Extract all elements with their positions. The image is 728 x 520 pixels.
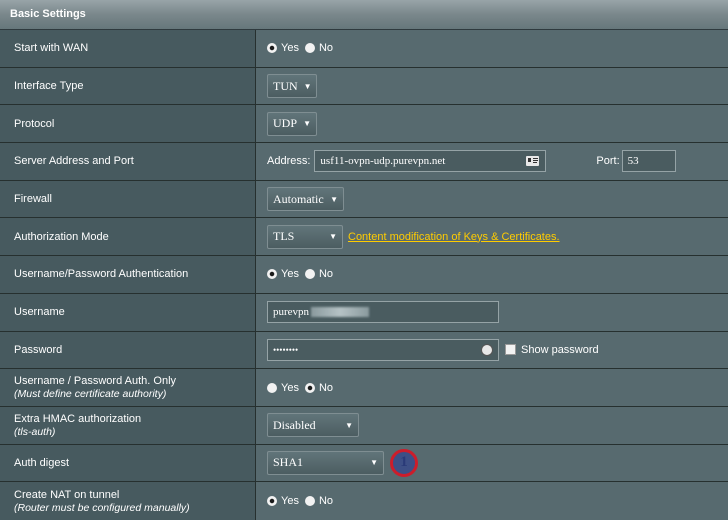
basic-settings-panel: Basic Settings Start with WAN Yes No Int… (0, 0, 728, 520)
dropdown-arrow-icon: ▼ (329, 232, 337, 242)
radio-checked-icon (267, 496, 277, 507)
row-firewall: Firewall Automatic ▼ (0, 180, 728, 219)
username-input[interactable]: purevpn (267, 301, 499, 324)
address-label: Address: (267, 155, 311, 168)
row-userpass-only: Username / Password Auth. Only (Must def… (0, 369, 728, 407)
show-password-checkbox[interactable] (505, 344, 516, 356)
row-extra-hmac: Extra HMAC authorization (tls-auth) Disa… (0, 406, 728, 445)
blurred-text (311, 307, 370, 318)
label-userpass-only: Username / Password Auth. Only (Must def… (0, 369, 256, 406)
radio-unchecked-icon (304, 269, 315, 280)
row-protocol: Protocol UDP ▼ (0, 105, 728, 144)
radio-checked-icon (304, 382, 315, 393)
label-auth-digest: Auth digest (0, 444, 256, 482)
server-address-input[interactable]: usf11-ovpn-udp.purevpn.net (314, 150, 547, 173)
row-start-with-wan: Start with WAN Yes No (0, 30, 728, 68)
label-username: Username (0, 293, 256, 331)
label-create-nat: Create NAT on tunnel (Router must be con… (0, 482, 256, 520)
radio-start-wan-yes[interactable]: Yes (267, 42, 299, 54)
dropdown-arrow-icon: ▼ (303, 119, 311, 129)
hmac-select[interactable]: Disabled ▼ (267, 413, 359, 438)
dropdown-arrow-icon: ▼ (345, 420, 353, 430)
section-title: Basic Settings (10, 8, 86, 20)
radio-unchecked-icon (267, 382, 277, 393)
label-protocol: Protocol (0, 105, 256, 143)
port-input[interactable]: 53 (621, 150, 676, 173)
label-interface-type: Interface Type (0, 67, 256, 105)
auth-digest-select[interactable]: SHA1 ▼ (267, 450, 384, 475)
contact-card-icon[interactable] (526, 156, 540, 167)
section-header: Basic Settings (0, 0, 728, 30)
label-extra-hmac: Extra HMAC authorization (tls-auth) (0, 406, 256, 444)
radio-userpass-only-no[interactable]: No (304, 382, 333, 394)
radio-nat-yes[interactable]: Yes (267, 495, 299, 507)
label-password: Password (0, 331, 256, 369)
row-server-address: Server Address and Port Address: usf11-o… (0, 143, 728, 181)
row-create-nat: Create NAT on tunnel (Router must be con… (0, 482, 728, 520)
radio-userpass-auth-yes[interactable]: Yes (267, 268, 299, 280)
label-userpass-auth: Username/Password Authentication (0, 256, 256, 293)
radio-start-wan-no[interactable]: No (304, 42, 333, 54)
radio-nat-no[interactable]: No (304, 495, 333, 507)
radio-unchecked-icon (304, 496, 315, 507)
port-label: Port: (596, 155, 620, 168)
dropdown-arrow-icon: ▼ (370, 458, 378, 468)
protocol-select[interactable]: UDP ▼ (267, 111, 317, 136)
radio-unchecked-icon (304, 43, 315, 54)
row-authorization-mode: Authorization Mode TLS ▼ Content modifica… (0, 218, 728, 257)
reveal-password-icon[interactable] (481, 343, 493, 356)
label-start-with-wan: Start with WAN (0, 30, 256, 67)
firewall-select[interactable]: Automatic ▼ (267, 187, 344, 212)
row-auth-digest: Auth digest SHA1 ▼ 1 (0, 444, 728, 483)
radio-userpass-only-yes[interactable]: Yes (267, 382, 299, 394)
row-username: Username purevpn (0, 293, 728, 332)
authorization-mode-select[interactable]: TLS ▼ (267, 224, 343, 249)
keys-certificates-link[interactable]: Content modification of Keys & Certifica… (348, 231, 560, 243)
row-password: Password •••••••• Show password (0, 331, 728, 370)
radio-checked-icon (267, 269, 277, 280)
row-userpass-auth: Username/Password Authentication Yes No (0, 256, 728, 294)
dropdown-arrow-icon: ▼ (303, 81, 312, 91)
row-interface-type: Interface Type TUN ▼ (0, 67, 728, 106)
step-badge: 1 (390, 448, 418, 477)
label-server-address: Server Address and Port (0, 143, 256, 180)
label-authorization-mode: Authorization Mode (0, 218, 256, 256)
radio-userpass-auth-no[interactable]: No (304, 268, 333, 280)
dropdown-arrow-icon: ▼ (330, 194, 338, 204)
interface-type-select[interactable]: TUN ▼ (267, 74, 317, 99)
show-password-label: Show password (521, 343, 599, 356)
password-input[interactable]: •••••••• (267, 338, 499, 361)
radio-checked-icon (267, 43, 277, 54)
label-firewall: Firewall (0, 180, 256, 218)
